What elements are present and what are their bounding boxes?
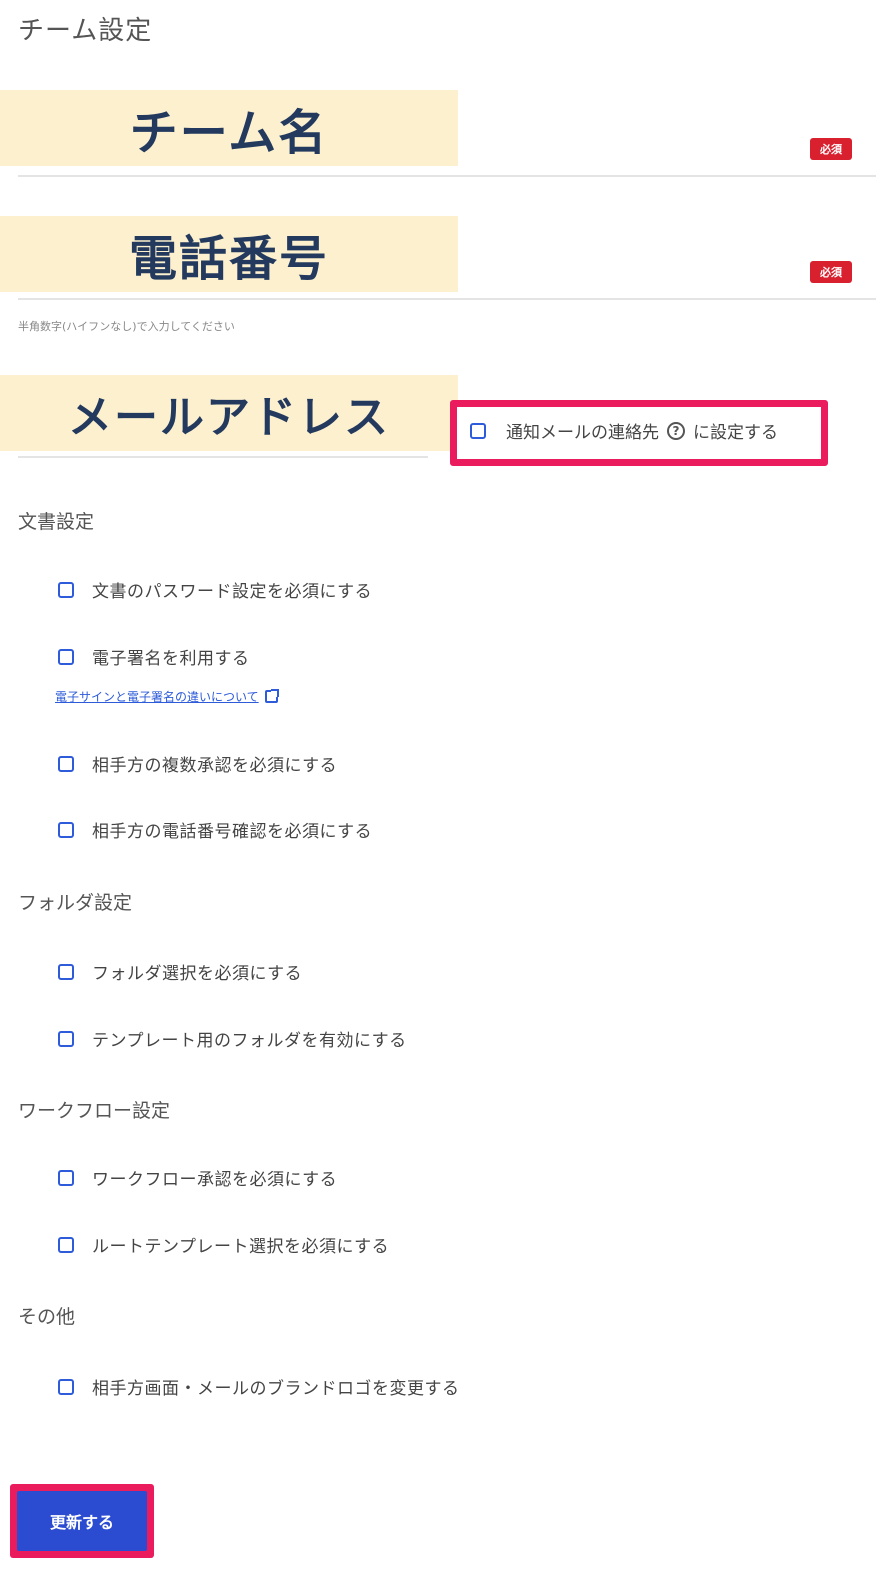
section-title-document: 文書設定 bbox=[18, 511, 95, 533]
email-label: メールアドレス bbox=[0, 375, 458, 451]
checkbox[interactable] bbox=[58, 1378, 74, 1395]
team-name-input[interactable] bbox=[18, 175, 876, 177]
option-label: ワークフロー承認を必須にする bbox=[92, 1170, 338, 1190]
checkbox[interactable] bbox=[58, 648, 74, 665]
notify-email-label-suffix: に設定する bbox=[693, 423, 778, 443]
page-title: チーム設定 bbox=[18, 16, 153, 46]
checkbox[interactable] bbox=[58, 1030, 74, 1047]
option-phone-verification[interactable]: 相手方の電話番号確認を必須にする bbox=[58, 817, 372, 842]
option-label: 電子署名を利用する bbox=[92, 649, 250, 669]
notify-email-label: 通知メールの連絡先 bbox=[506, 423, 659, 443]
checkbox[interactable] bbox=[58, 755, 74, 772]
email-input[interactable] bbox=[18, 456, 428, 458]
option-workflow-approval[interactable]: ワークフロー承認を必須にする bbox=[58, 1165, 337, 1190]
checkbox[interactable] bbox=[58, 963, 74, 980]
option-folder-required[interactable]: フォルダ選択を必須にする bbox=[58, 959, 302, 984]
option-label: 相手方画面・メールのブランドロゴを変更する bbox=[92, 1379, 460, 1399]
option-label: フォルダ選択を必須にする bbox=[92, 964, 303, 984]
update-highlight-box: 更新する bbox=[10, 1484, 154, 1558]
option-template-folder[interactable]: テンプレート用のフォルダを有効にする bbox=[58, 1026, 407, 1051]
checkbox[interactable] bbox=[58, 1236, 74, 1253]
external-link-icon bbox=[264, 689, 279, 703]
link-text[interactable]: 電子サインと電子署名の違いについて bbox=[55, 688, 259, 705]
checkbox[interactable] bbox=[58, 581, 74, 598]
section-title-other: その他 bbox=[18, 1306, 76, 1328]
notify-email-option[interactable]: 通知メールの連絡先 ? に設定する bbox=[470, 418, 778, 443]
option-brand-logo[interactable]: 相手方画面・メールのブランドロゴを変更する bbox=[58, 1374, 460, 1399]
notify-email-checkbox[interactable] bbox=[470, 422, 486, 439]
section-title-folder: フォルダ設定 bbox=[18, 892, 133, 914]
phone-input[interactable] bbox=[18, 298, 876, 300]
phone-required-badge: 必須 bbox=[810, 261, 852, 283]
phone-label: 電話番号 bbox=[0, 216, 458, 292]
phone-hint: 半角数字(ハイフンなし)で入力してください bbox=[18, 320, 235, 333]
option-label: 文書のパスワード設定を必須にする bbox=[92, 582, 373, 602]
team-name-label: チーム名 bbox=[0, 90, 458, 166]
team-name-required-badge: 必須 bbox=[810, 138, 852, 160]
option-multiple-approval[interactable]: 相手方の複数承認を必須にする bbox=[58, 751, 337, 776]
option-label: 相手方の複数承認を必須にする bbox=[92, 756, 338, 776]
checkbox[interactable] bbox=[58, 821, 74, 838]
signature-difference-link[interactable]: 電子サインと電子署名の違いについて bbox=[55, 688, 279, 705]
option-digital-signature[interactable]: 電子署名を利用する bbox=[58, 644, 250, 669]
section-title-workflow: ワークフロー設定 bbox=[18, 1100, 171, 1122]
option-label: 相手方の電話番号確認を必須にする bbox=[92, 822, 373, 842]
option-document-password[interactable]: 文書のパスワード設定を必須にする bbox=[58, 577, 372, 602]
option-route-template[interactable]: ルートテンプレート選択を必須にする bbox=[58, 1232, 389, 1257]
checkbox[interactable] bbox=[58, 1169, 74, 1186]
update-button[interactable]: 更新する bbox=[17, 1491, 147, 1551]
question-circle-icon[interactable]: ? bbox=[667, 421, 685, 440]
option-label: テンプレート用のフォルダを有効にする bbox=[92, 1031, 407, 1051]
option-label: ルートテンプレート選択を必須にする bbox=[92, 1237, 390, 1257]
